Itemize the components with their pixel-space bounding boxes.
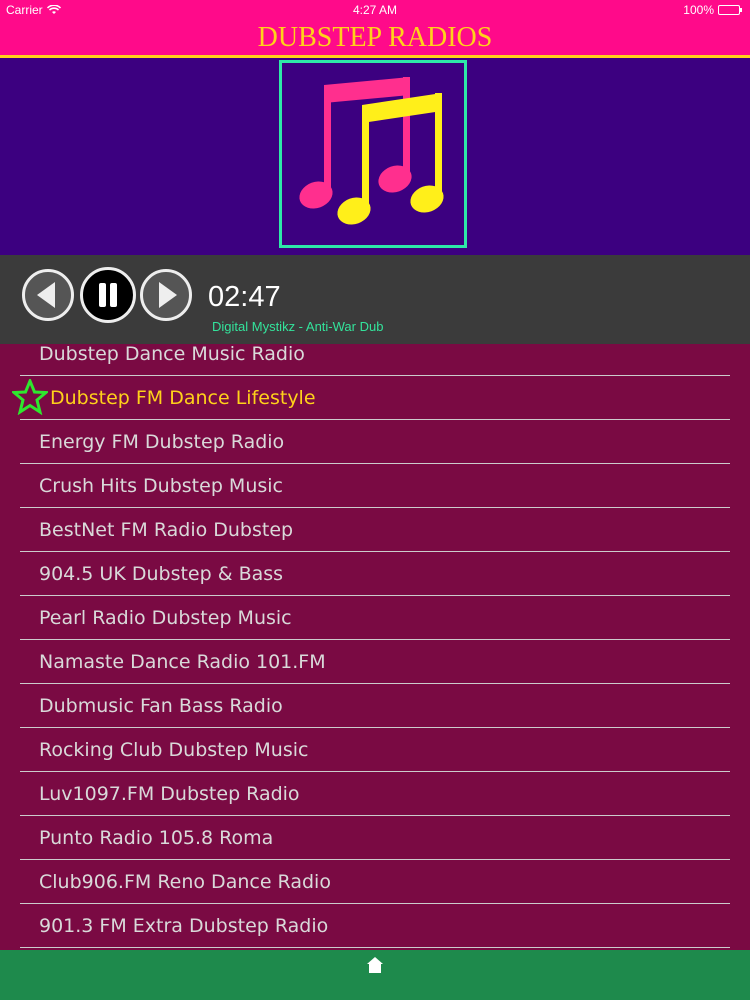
chevron-left-icon: [37, 282, 55, 308]
home-icon[interactable]: [366, 956, 384, 974]
list-item[interactable]: 901.3 FM Extra Dubstep Radio: [20, 905, 730, 948]
station-list: Dubstep Dance Music Radio Dubstep FM Dan…: [0, 344, 750, 950]
pause-button[interactable]: [80, 267, 136, 323]
list-item[interactable]: Namaste Dance Radio 101.FM: [20, 641, 730, 684]
list-item[interactable]: Punto Radio 105.8 Roma: [20, 817, 730, 860]
list-item[interactable]: Club906.FM Reno Dance Radio: [20, 861, 730, 904]
station-label: BestNet FM Radio Dubstep: [39, 519, 294, 541]
battery-icon: [718, 5, 742, 15]
pause-icon: [99, 283, 117, 307]
station-label: Rocking Club Dubstep Music: [39, 739, 309, 761]
album-artwork: [279, 60, 467, 248]
station-label: Club906.FM Reno Dance Radio: [39, 871, 331, 893]
station-label: Luv1097.FM Dubstep Radio: [39, 783, 300, 805]
status-bar: Carrier 4:27 AM 100%: [0, 0, 750, 20]
list-item[interactable]: Dubmusic Fan Bass Radio: [20, 685, 730, 728]
status-time: 4:27 AM: [352, 3, 398, 17]
station-label: 904.5 UK Dubstep & Bass: [39, 563, 284, 585]
station-label: Pearl Radio Dubstep Music: [39, 607, 292, 629]
elapsed-time: 02:47: [208, 281, 281, 313]
station-label: Energy FM Dubstep Radio: [39, 431, 285, 453]
station-label: 901.3 FM Extra Dubstep Radio: [39, 915, 329, 937]
list-item[interactable]: Energy FM Dubstep Radio: [20, 421, 730, 464]
station-label: Namaste Dance Radio 101.FM: [39, 651, 326, 673]
battery-status: 100%: [683, 3, 742, 17]
list-item[interactable]: Pearl Radio Dubstep Music: [20, 597, 730, 640]
list-item-active[interactable]: Dubstep FM Dance Lifestyle: [12, 377, 730, 420]
chevron-right-icon: [159, 282, 177, 308]
list-item[interactable]: Dubstep Dance Music Radio: [20, 344, 730, 376]
list-item[interactable]: BestNet FM Radio Dubstep: [20, 509, 730, 552]
list-item[interactable]: Luv1097.FM Dubstep Radio: [20, 773, 730, 816]
list-item[interactable]: 904.5 UK Dubstep & Bass: [20, 553, 730, 596]
station-label: Crush Hits Dubstep Music: [39, 475, 283, 497]
title-bar: DUBSTEP RADIOS: [0, 20, 750, 58]
album-artwork-area: [0, 58, 750, 255]
star-icon: [12, 379, 48, 415]
list-item[interactable]: Rocking Club Dubstep Music: [20, 729, 730, 772]
station-label: Dubmusic Fan Bass Radio: [39, 695, 283, 717]
bottom-bar: [0, 950, 750, 1000]
page-title: DUBSTEP RADIOS: [257, 22, 493, 53]
now-playing-track: Digital Mystikz - Anti-War Dub: [212, 319, 384, 334]
station-label: Dubstep Dance Music Radio: [39, 344, 305, 365]
previous-button[interactable]: [22, 269, 74, 321]
station-label: Dubstep FM Dance Lifestyle: [50, 387, 316, 409]
station-label: Punto Radio 105.8 Roma: [39, 827, 274, 849]
battery-percent: 100%: [683, 3, 714, 17]
player-controls: 02:47 Digital Mystikz - Anti-War Dub: [0, 255, 750, 344]
music-notes-icon: [299, 77, 444, 225]
next-button[interactable]: [140, 269, 192, 321]
list-item[interactable]: Crush Hits Dubstep Music: [20, 465, 730, 508]
